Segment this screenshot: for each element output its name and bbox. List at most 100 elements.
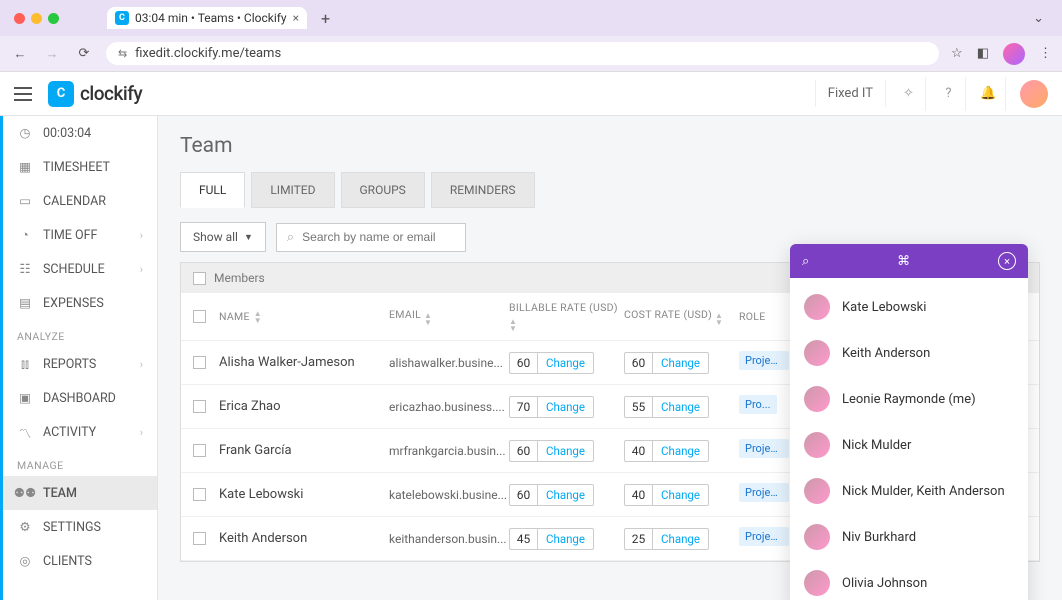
billable-rate-value[interactable]: 60: [510, 441, 538, 461]
row-checkbox[interactable]: [193, 532, 206, 545]
row-checkbox[interactable]: [193, 444, 206, 457]
tab-full[interactable]: FULL: [180, 172, 245, 208]
sidebar-item-timer[interactable]: ◷ 00:03:04: [3, 116, 157, 150]
billable-rate-value[interactable]: 60: [510, 353, 538, 373]
role-tag[interactable]: Projec...: [739, 527, 789, 546]
popup-header: ⌕ ⌘ ×: [790, 244, 1028, 278]
site-info-icon[interactable]: ⇆: [118, 47, 127, 60]
menu-toggle-button[interactable]: [14, 83, 36, 105]
sidebar-item-label: CLIENTS: [43, 554, 92, 569]
sort-icon: ▲▼: [254, 310, 262, 324]
change-rate-button[interactable]: Change: [653, 397, 708, 417]
col-header-email[interactable]: EMAIL ▲▼: [389, 308, 509, 326]
tab-bar: C 03:04 min • Teams • Clockify × + ⌄: [0, 0, 1062, 36]
sidebar-item-schedule[interactable]: ☷ SCHEDULE ›: [3, 252, 157, 286]
extensions-icon[interactable]: ◧: [977, 46, 989, 61]
workspace-name[interactable]: Fixed IT: [815, 80, 886, 107]
cost-rate-value[interactable]: 40: [625, 441, 653, 461]
popup-user-item[interactable]: Nick Mulder: [790, 422, 1028, 468]
row-checkbox[interactable]: [193, 400, 206, 413]
maximize-window-icon[interactable]: [48, 13, 59, 24]
billable-rate-value[interactable]: 60: [510, 485, 538, 505]
show-filter-dropdown[interactable]: Show all ▼: [180, 222, 266, 252]
change-rate-button[interactable]: Change: [653, 485, 708, 505]
tab-groups[interactable]: GROUPS: [341, 172, 425, 208]
reload-button[interactable]: ⟳: [74, 44, 94, 64]
menu-icon[interactable]: ⋮: [1039, 46, 1052, 61]
popup-user-item[interactable]: Keith Anderson: [790, 330, 1028, 376]
row-checkbox[interactable]: [193, 356, 206, 369]
billable-rate-widget: 70Change: [509, 396, 594, 418]
popup-user-item[interactable]: Kate Lebowski: [790, 284, 1028, 330]
sidebar-item-calendar[interactable]: ▭ CALENDAR: [3, 184, 157, 218]
sidebar-item-expenses[interactable]: ▤ EXPENSES: [3, 286, 157, 320]
select-all-checkbox[interactable]: [193, 272, 206, 285]
sidebar-item-timesheet[interactable]: ▦ TIMESHEET: [3, 150, 157, 184]
popup-user-name: Kate Lebowski: [842, 300, 926, 315]
popup-user-item[interactable]: Nick Mulder, Keith Anderson: [790, 468, 1028, 514]
bookmark-icon[interactable]: ☆: [951, 46, 963, 61]
cost-rate-value[interactable]: 25: [625, 529, 653, 549]
col-header-billable[interactable]: BILLABLE RATE (USD) ▲▼: [509, 301, 624, 332]
change-rate-button[interactable]: Change: [538, 529, 593, 549]
change-rate-button[interactable]: Change: [653, 529, 708, 549]
popup-user-name: Olivia Johnson: [842, 576, 927, 591]
sidebar-item-reports[interactable]: ⫾⫾ REPORTS ›: [3, 347, 157, 381]
sidebar-item-label: TIMESHEET: [43, 160, 110, 175]
change-rate-button[interactable]: Change: [538, 353, 593, 373]
row-checkbox[interactable]: [193, 488, 206, 501]
sidebar-item-activity[interactable]: 〽 ACTIVITY ›: [3, 415, 157, 449]
col-header-name[interactable]: NAME ▲▼: [219, 310, 389, 324]
popup-user-item[interactable]: Leonie Raymonde (me): [790, 376, 1028, 422]
change-rate-button[interactable]: Change: [538, 397, 593, 417]
browser-tab[interactable]: C 03:04 min • Teams • Clockify ×: [107, 7, 307, 29]
role-tag[interactable]: Projec...: [739, 483, 789, 502]
main-content: Team FULL LIMITED GROUPS REMINDERS Show …: [158, 116, 1062, 600]
new-tab-button[interactable]: +: [315, 9, 336, 28]
billable-rate-widget: 45Change: [509, 528, 594, 550]
billable-rate-value[interactable]: 45: [510, 529, 538, 549]
billable-rate-value[interactable]: 70: [510, 397, 538, 417]
search-icon[interactable]: ⌕: [802, 254, 809, 269]
sidebar-item-settings[interactable]: ⚙ SETTINGS: [3, 510, 157, 544]
popup-user-item[interactable]: Niv Burkhard: [790, 514, 1028, 560]
forward-button[interactable]: →: [42, 44, 62, 64]
sidebar-item-clients[interactable]: ◎ CLIENTS: [3, 544, 157, 578]
user-avatar[interactable]: [1020, 80, 1048, 108]
tab-limited[interactable]: LIMITED: [251, 172, 334, 208]
chevron-right-icon: ›: [140, 358, 143, 371]
sidebar-item-label: ACTIVITY: [43, 425, 96, 440]
cost-rate-value[interactable]: 60: [625, 353, 653, 373]
col-header-cost[interactable]: COST RATE (USD) ▲▼: [624, 308, 739, 326]
cost-rate-value[interactable]: 40: [625, 485, 653, 505]
upgrade-icon[interactable]: ✧: [892, 77, 926, 111]
minimize-window-icon[interactable]: [31, 13, 42, 24]
expand-tabs-icon[interactable]: ⌄: [1023, 9, 1054, 28]
notifications-icon[interactable]: 🔔: [972, 77, 1006, 111]
cost-rate-value[interactable]: 55: [625, 397, 653, 417]
sidebar-item-timeoff[interactable]: ◔ TIME OFF ›: [3, 218, 157, 252]
close-icon[interactable]: ×: [998, 252, 1016, 270]
close-window-icon[interactable]: [14, 13, 25, 24]
help-icon[interactable]: ?: [932, 77, 966, 111]
role-tag[interactable]: Projec...: [739, 351, 789, 370]
sidebar-item-team[interactable]: ⚉⚉ TEAM: [3, 476, 157, 510]
change-rate-button[interactable]: Change: [538, 485, 593, 505]
sidebar-item-label: REPORTS: [43, 357, 96, 372]
change-rate-button[interactable]: Change: [653, 441, 708, 461]
popup-user-name: Leonie Raymonde (me): [842, 392, 976, 407]
select-all-checkbox-2[interactable]: [193, 310, 206, 323]
role-tag[interactable]: Pro...: [739, 395, 777, 414]
avatar-icon: [804, 478, 830, 504]
change-rate-button[interactable]: Change: [538, 441, 593, 461]
popup-user-item[interactable]: Olivia Johnson: [790, 560, 1028, 600]
url-field[interactable]: ⇆ fixedit.clockify.me/teams: [106, 42, 939, 65]
close-tab-icon[interactable]: ×: [293, 11, 299, 25]
sidebar-item-dashboard[interactable]: ▣ DASHBOARD: [3, 381, 157, 415]
back-button[interactable]: ←: [10, 44, 30, 64]
profile-avatar[interactable]: [1003, 43, 1025, 65]
role-tag[interactable]: Projec...: [739, 439, 789, 458]
search-input[interactable]: [302, 230, 457, 244]
tab-reminders[interactable]: REMINDERS: [431, 172, 535, 208]
change-rate-button[interactable]: Change: [653, 353, 708, 373]
